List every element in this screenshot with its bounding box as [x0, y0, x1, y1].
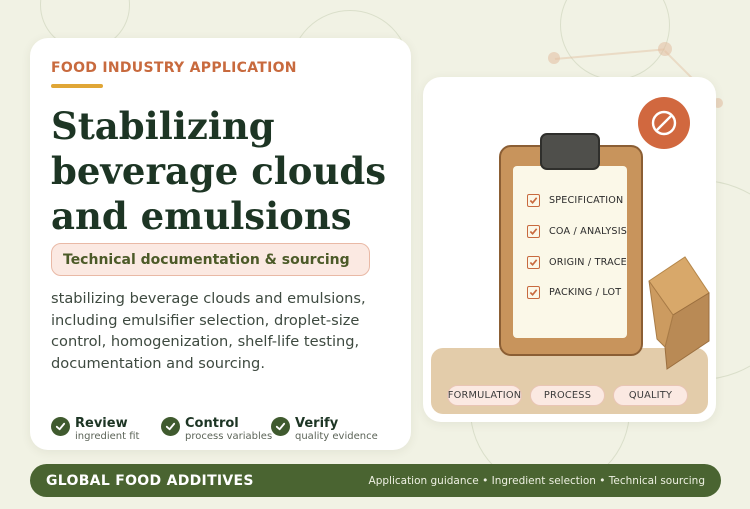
- badge-control: Control process variables: [161, 416, 272, 443]
- checklist-item: ORIGIN / TRACE: [527, 256, 627, 269]
- check-icon: [51, 417, 70, 436]
- badge-subtitle: ingredient fit: [75, 431, 140, 442]
- check-icon: [271, 417, 290, 436]
- checkbox-icon: [527, 286, 540, 299]
- eyebrow-label: FOOD INDUSTRY APPLICATION: [51, 60, 297, 76]
- checkbox-icon: [527, 194, 540, 207]
- footer-brand: GLOBAL FOOD ADDITIVES: [46, 472, 254, 489]
- badge-review: Review ingredient fit: [51, 416, 139, 443]
- page-title: Stabilizing beverage clouds and emulsion…: [51, 104, 401, 239]
- title-line: and emulsions: [51, 194, 352, 238]
- tag-formulation: FORMULATION: [447, 385, 522, 406]
- badge-title: Verify: [295, 416, 339, 431]
- badge-subtitle: quality evidence: [295, 431, 378, 442]
- checkbox-icon: [527, 256, 540, 269]
- feature-badges: Review ingredient fit Control process va…: [51, 416, 401, 446]
- tag-label: PROCESS: [543, 390, 592, 401]
- footer-tagline: Application guidance • Ingredient select…: [368, 474, 705, 487]
- checklist-item: PACKING / LOT: [527, 286, 621, 299]
- eyebrow-underline: [51, 84, 103, 88]
- badge-title: Review: [75, 416, 128, 431]
- subtitle-pill: Technical documentation & sourcing: [51, 243, 370, 276]
- subtitle-text: Technical documentation & sourcing: [63, 251, 350, 268]
- hero-card: FOOD INDUSTRY APPLICATION Stabilizing be…: [30, 38, 411, 450]
- checklist-label: PACKING / LOT: [549, 287, 622, 298]
- checklist-label: COA / ANALYSIS: [549, 226, 628, 237]
- clipboard-clip: [540, 133, 600, 170]
- prohibited-badge: [638, 97, 690, 149]
- checklist-label: SPECIFICATION: [549, 195, 624, 206]
- checkbox-icon: [527, 225, 540, 238]
- tag-label: QUALITY: [628, 390, 673, 401]
- box-icon: [648, 256, 710, 370]
- badge-subtitle: process variables: [185, 431, 273, 442]
- badge-verify: Verify quality evidence: [271, 416, 378, 443]
- checklist-item: COA / ANALYSIS: [527, 225, 627, 238]
- check-icon: [161, 417, 180, 436]
- tag-quality: QUALITY: [613, 385, 688, 406]
- description-text: stabilizing beverage clouds and emulsion…: [51, 290, 366, 372]
- illustration-card: SPECIFICATION COA / ANALYSIS ORIGIN / TR…: [423, 77, 716, 422]
- title-line: Stabilizing: [51, 104, 275, 148]
- tag-label: FORMULATION: [447, 390, 522, 401]
- footer-bar: GLOBAL FOOD ADDITIVES Application guidan…: [30, 464, 721, 497]
- checklist-paper: [513, 166, 627, 338]
- title-line: beverage clouds: [51, 149, 387, 193]
- checklist-item: SPECIFICATION: [527, 194, 623, 207]
- checklist-label: ORIGIN / TRACE: [549, 257, 627, 268]
- badge-title: Control: [185, 416, 239, 431]
- prohibited-icon: [651, 110, 677, 136]
- tag-process: PROCESS: [530, 385, 605, 406]
